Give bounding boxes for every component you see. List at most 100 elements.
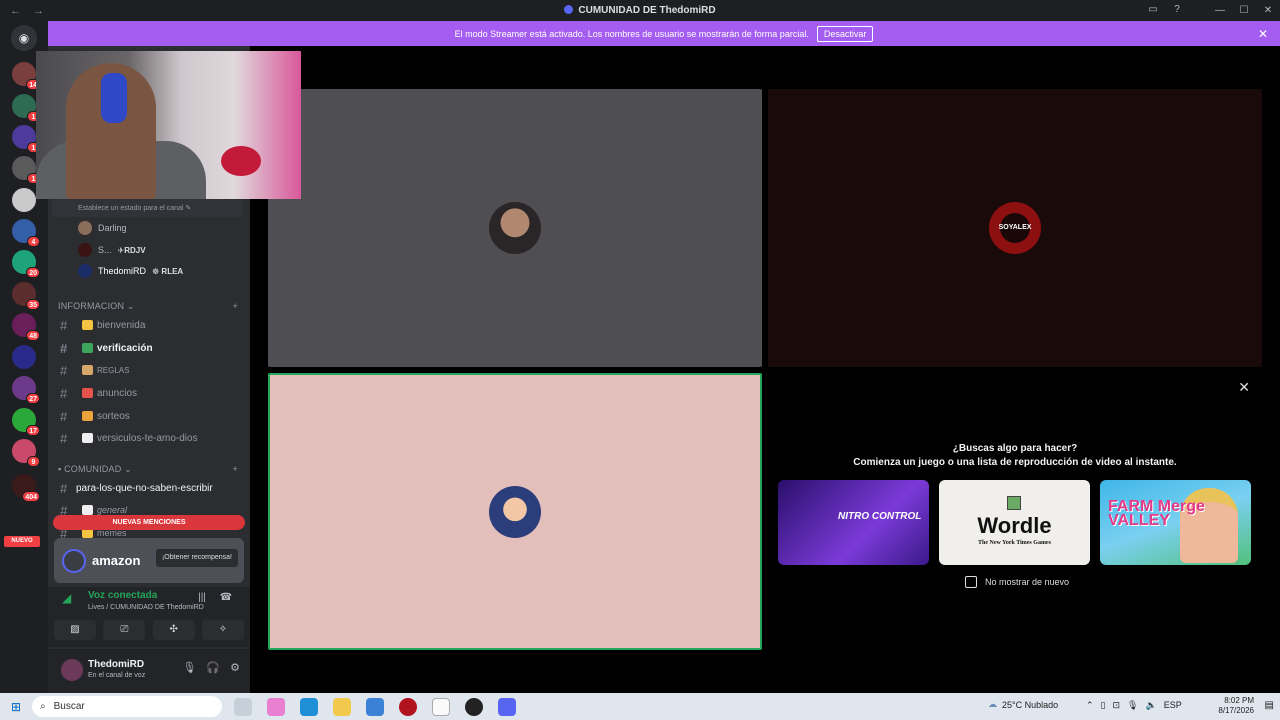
windows-start-icon[interactable]: ⊞ [0,700,32,714]
checkbox[interactable] [965,576,977,588]
claim-reward-button[interactable]: ¡Obtener recompensa! [155,549,238,567]
forward-arrow-icon[interactable]: → [33,5,44,17]
participant-tile[interactable]: SOYALEX [768,89,1262,367]
edge-icon[interactable] [300,697,318,716]
hash-icon: # [60,317,68,333]
store-icon[interactable] [366,697,384,716]
server-icon[interactable]: 17 [12,408,40,436]
channel-bienvenida[interactable]: # bienvenida [60,315,240,335]
activity-card-wordle[interactable]: Wordle The New York Times Games [939,480,1090,565]
server-icon[interactable]: 1 [12,125,40,153]
headphones-icon[interactable]: 🎧 [206,661,220,674]
maximize-button[interactable]: ☐ [1232,5,1256,16]
activity-card-farm-merge-valley[interactable]: FARM Merge VALLEY [1100,480,1251,565]
close-icon[interactable]: ✕ [1258,27,1268,41]
minimize-button[interactable]: — [1208,5,1232,16]
username[interactable]: ThedomiRD [88,659,144,670]
hash-icon: # [60,340,68,356]
inbox-icon[interactable]: ▭ [1146,3,1160,17]
avatar [78,221,92,235]
taskbar-search[interactable]: ⌕ Buscar [32,696,222,717]
microphone-icon[interactable]: 🎙 [1127,700,1138,711]
avatar[interactable] [61,659,83,681]
server-icon[interactable]: 1 [12,94,40,122]
add-channel-icon[interactable]: + [233,464,238,475]
help-icon[interactable]: ? [1170,3,1184,17]
activity-suggestions: ✕ ¿Buscas algo para hacer? Comienza un j… [768,373,1262,650]
disconnect-icon[interactable]: ☎ [218,590,234,606]
weather-widget[interactable]: ☁ 25°C Nublado [988,699,1058,710]
server-icon[interactable]: 9 [12,439,40,467]
language-indicator[interactable]: ESP [1164,700,1182,711]
file-explorer-icon[interactable] [333,697,351,716]
server-icon[interactable]: 1 [12,156,40,184]
participant-tile[interactable] [268,89,762,367]
activity-card-title: FARM Merge VALLEY [1108,498,1205,529]
server-icon[interactable]: 14 [12,62,40,90]
channel-para-los-que-no-saben-escribir[interactable]: # para-los-que-no-saben-escribir [60,478,240,498]
add-channel-icon[interactable]: + [233,301,238,312]
hash-icon: # [60,362,68,378]
quest-promo[interactable]: amazon ¡Obtener recompensa! [54,538,244,583]
server-icon[interactable] [12,345,36,369]
obs-icon[interactable] [465,697,483,716]
discord-home-icon[interactable]: ◉ [11,25,37,51]
recorder-icon[interactable] [399,697,417,716]
wave-emoji-icon [82,320,93,330]
category-comunidad[interactable]: ▪ COMUNIDAD ⌄ + [58,464,238,475]
copilot-icon[interactable] [267,697,285,716]
noise-suppression-icon[interactable]: ||| [194,590,210,606]
channel-anuncios[interactable]: # anuncios [60,383,240,403]
server-icon[interactable]: 35 [12,282,40,310]
server-icon[interactable] [12,188,36,212]
deactivate-button[interactable]: Desactivar [816,25,874,42]
document-icon[interactable] [432,697,450,716]
voice-user[interactable]: Darling [78,218,127,238]
server-icon[interactable]: 20 [12,250,40,278]
phone-link-icon[interactable]: ▯ [1101,700,1106,711]
voice-user[interactable]: S... ✈RDJV [78,240,146,260]
usb-icon[interactable]: ⊡ [1113,700,1121,711]
voice-channel-path[interactable]: Lives / CUMUNIDAD DE ThedomiRD [88,604,204,611]
soundboard-button[interactable]: ✧ [201,620,244,640]
close-icon[interactable]: ✕ [1238,379,1250,396]
activity-heading: ¿Buscas algo para hacer? [952,443,1078,454]
server-icon[interactable]: 27 [12,376,40,404]
category-informacion[interactable]: INFORMACION ⌄ + [58,301,238,312]
voice-status-hint[interactable]: Establece un estado para el canal ✎ [52,199,242,217]
check-emoji-icon [82,343,93,353]
activity-card-nitro-control[interactable]: NITRO CONTROL [778,480,929,565]
category-label: ▪ COMUNIDAD ⌄ [58,464,132,474]
signal-icon[interactable]: ◢ [62,591,71,605]
channel-versiculos[interactable]: # versiculos-te-amo-dios [60,428,240,448]
participant-tile-speaking[interactable] [268,373,762,650]
volume-icon[interactable]: 🔈 [1145,700,1156,711]
user-status: En el canal de voz [88,672,146,679]
notifications-icon[interactable]: ▤ [1265,700,1274,711]
mention-badge: 4 [27,236,40,247]
camera-off-button[interactable]: ▨ [54,620,96,640]
activities-button[interactable]: ✣ [152,620,195,640]
close-window-button[interactable]: ✕ [1256,5,1280,16]
category-label: INFORMACION ⌄ [58,301,135,311]
voice-status[interactable]: Voz conectada [88,590,157,601]
dont-show-again[interactable]: No mostrar de nuevo [965,576,1069,588]
server-icon[interactable]: 4 [12,219,40,247]
chevron-up-icon[interactable]: ⌃ [1086,700,1094,711]
screen-share-button[interactable]: ⎚ [103,620,146,640]
back-arrow-icon[interactable]: ← [10,5,21,17]
new-unreads-pill[interactable]: NUEVO [4,536,40,547]
gear-icon[interactable]: ⚙ [230,661,240,674]
channel-sorteos[interactable]: # sorteos [60,406,240,426]
channel-reglas[interactable]: # REGLAS [60,360,240,380]
speech-emoji-icon [82,505,93,515]
server-icon[interactable]: 48 [12,313,40,341]
discord-taskbar-icon[interactable] [498,697,516,716]
voice-user[interactable]: ThedomiRD ☸ RLEA [78,261,183,281]
task-view-icon[interactable] [234,697,252,716]
new-mentions-button[interactable]: NUEVAS MENCIONES [53,515,245,530]
channel-verificacion[interactable]: # verificación [60,338,240,358]
taskbar-clock[interactable]: 8:02 PM 8/17/2026 [1218,696,1254,716]
server-icon[interactable]: 404 [12,474,40,502]
microphone-icon[interactable]: 🎙 [182,661,196,674]
